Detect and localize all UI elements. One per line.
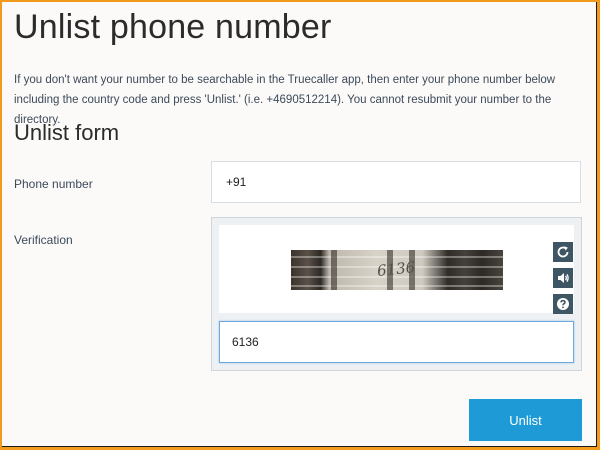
verification-label: Verification: [14, 233, 73, 247]
captcha-help-button[interactable]: [553, 294, 573, 314]
captcha-widget: 6136: [211, 217, 582, 371]
refresh-icon: [556, 245, 570, 259]
audio-icon: [556, 271, 570, 285]
captcha-refresh-button[interactable]: [553, 242, 573, 262]
captcha-panel: 6136: [219, 225, 574, 314]
unlist-button[interactable]: Unlist: [469, 399, 582, 441]
form-title: Unlist form: [14, 120, 120, 145]
phone-number-input[interactable]: [211, 161, 581, 203]
page-frame: Unlist phone number If you don't want yo…: [2, 2, 597, 447]
captcha-image: 6136: [291, 250, 503, 290]
phone-number-label: Phone number: [14, 177, 93, 191]
page-title: Unlist phone number: [14, 8, 332, 46]
verification-input[interactable]: [219, 321, 574, 363]
help-icon: [556, 297, 570, 311]
captcha-audio-button[interactable]: [553, 268, 573, 288]
